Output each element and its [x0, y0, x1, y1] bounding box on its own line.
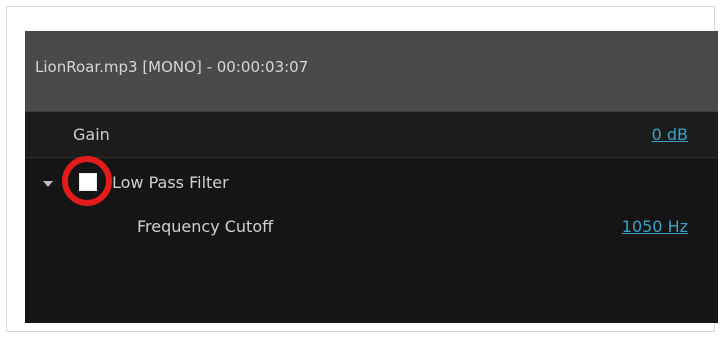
gain-label: Gain	[73, 125, 110, 144]
gain-row: Gain 0 dB	[25, 112, 718, 158]
expand-collapse-arrow-icon[interactable]	[43, 181, 53, 187]
frequency-cutoff-row: Frequency Cutoff 1050 Hz	[25, 207, 718, 251]
gain-value-link[interactable]: 0 dB	[652, 125, 688, 144]
highlight-circle	[62, 156, 112, 206]
title-bar: LionRoar.mp3 [MONO] - 00:00:03:07	[25, 31, 718, 112]
frequency-cutoff-label: Frequency Cutoff	[137, 217, 274, 236]
low-pass-filter-label: Low Pass Filter	[112, 173, 229, 192]
audio-file-title: LionRoar.mp3 [MONO] - 00:00:03:07	[35, 58, 309, 76]
frequency-cutoff-value-link[interactable]: 1050 Hz	[622, 217, 688, 236]
low-pass-filter-row: Low Pass Filter	[25, 156, 718, 206]
audio-effects-panel: LionRoar.mp3 [MONO] - 00:00:03:07 Gain 0…	[25, 31, 718, 323]
